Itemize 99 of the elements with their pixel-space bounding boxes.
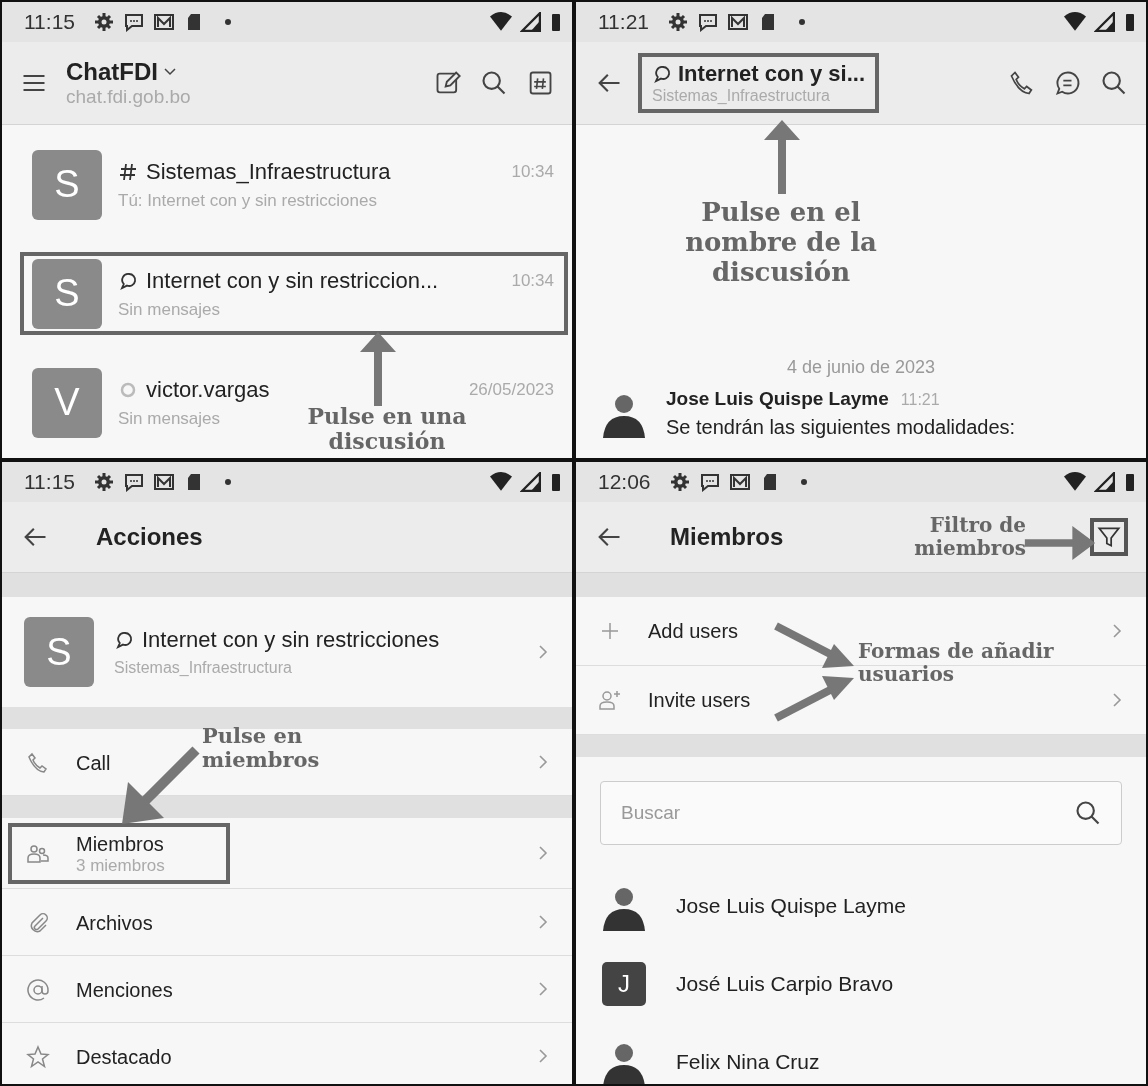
menu-item[interactable]: Menciones bbox=[12, 972, 183, 1006]
date-divider: 4 de junio de 2023 bbox=[786, 357, 936, 377]
battery-icon bbox=[1124, 12, 1136, 32]
discussion-icon bbox=[114, 630, 134, 650]
menu-item[interactable]: Add users bbox=[598, 619, 739, 643]
chevron-right-icon bbox=[538, 845, 548, 861]
callout-text: Pulse en miembros bbox=[202, 724, 321, 773]
status-time: 11:15 bbox=[24, 10, 75, 34]
wifi-icon bbox=[1064, 472, 1086, 492]
screen-title: Acciones bbox=[96, 523, 203, 551]
chevron-right-icon bbox=[538, 914, 548, 930]
people-icon bbox=[26, 842, 50, 866]
search-icon[interactable] bbox=[1074, 799, 1102, 827]
status-time: 12:06 bbox=[598, 470, 651, 494]
notification-dot bbox=[799, 19, 805, 25]
gear-icon bbox=[667, 12, 689, 32]
status-time: 11:15 bbox=[24, 470, 75, 494]
wifi-icon bbox=[490, 12, 512, 32]
filter-icon bbox=[1096, 524, 1122, 550]
chat-time: 10:34 bbox=[511, 161, 554, 182]
gear-icon bbox=[93, 472, 115, 492]
chat-name[interactable]: Internet con y sin restriccion... bbox=[146, 267, 439, 294]
signal-icon bbox=[520, 472, 542, 492]
room-info-item[interactable]: S Internet con y sin restricciones Sistemas_Infraestructura bbox=[2, 597, 572, 707]
caret-icon[interactable] bbox=[164, 68, 176, 76]
search-icon[interactable] bbox=[1100, 69, 1128, 97]
member-name[interactable]: Felix Nina Cruz bbox=[676, 1050, 820, 1074]
chevron-right-icon bbox=[538, 644, 548, 660]
workspace-title[interactable]: ChatFDI bbox=[66, 58, 158, 86]
chat-name[interactable]: Sistemas_Infraestructura bbox=[146, 158, 391, 185]
notification-dot bbox=[800, 479, 807, 485]
room-parent: Sistemas_Infraestructura bbox=[114, 659, 293, 677]
notification-dot bbox=[225, 479, 231, 485]
battery-icon bbox=[550, 472, 562, 492]
callout-text: Pulse en el nombre de la discusión bbox=[684, 198, 878, 288]
gear-icon bbox=[668, 472, 691, 492]
menu-item[interactable]: Archivos bbox=[12, 905, 163, 939]
wifi-icon bbox=[1064, 12, 1086, 32]
mail-icon bbox=[153, 472, 175, 492]
chat-time: 26/05/2023 bbox=[468, 379, 554, 400]
member-name[interactable]: Jose Luis Quispe Layme bbox=[676, 894, 906, 918]
chat-preview: Tú: Internet con y sin restricciones bbox=[118, 190, 377, 211]
star-icon bbox=[26, 1045, 50, 1069]
discussion-icon bbox=[118, 270, 138, 291]
chat-preview: Sin mensajes bbox=[118, 299, 221, 320]
callout-text: Pulse en una discusión bbox=[306, 404, 468, 455]
menu-item[interactable]: Invite users bbox=[598, 688, 751, 712]
chevron-right-icon bbox=[538, 1048, 548, 1064]
menu-item[interactable]: Destacado bbox=[12, 1039, 182, 1073]
chat-name[interactable]: victor.vargas bbox=[146, 376, 270, 403]
screen-title: Miembros bbox=[670, 523, 784, 551]
search-icon[interactable] bbox=[480, 69, 508, 97]
signal-icon bbox=[1094, 472, 1116, 492]
signal-icon bbox=[1094, 12, 1116, 32]
chat-bubble-icon bbox=[123, 472, 145, 492]
message-text: Se tendrán las siguientes modalidades: bbox=[666, 416, 1016, 439]
filter-button[interactable] bbox=[1090, 518, 1128, 556]
threads-icon[interactable] bbox=[1054, 69, 1082, 97]
search-field[interactable]: Buscar bbox=[600, 781, 1122, 845]
message-author: Jose Luis Quispe Layme bbox=[666, 388, 889, 410]
menu-item[interactable]: Miembros 3 miembros bbox=[12, 826, 226, 880]
add-person-icon bbox=[598, 688, 622, 712]
chat-bubble-icon bbox=[697, 12, 719, 32]
callout-text: Filtro de miembros bbox=[913, 514, 1026, 560]
at-sign-icon bbox=[26, 978, 50, 1002]
discussion-icon bbox=[652, 64, 672, 84]
avatar: J bbox=[602, 962, 646, 1006]
chevron-right-icon bbox=[1112, 692, 1122, 708]
avatar: V bbox=[32, 367, 102, 438]
mail-icon bbox=[727, 12, 749, 32]
avatar: S bbox=[32, 149, 102, 220]
signal-icon bbox=[520, 12, 542, 32]
chat-time: 10:34 bbox=[511, 270, 554, 291]
chat-bubble-icon bbox=[698, 472, 721, 492]
chevron-right-icon bbox=[538, 754, 548, 770]
gear-icon bbox=[93, 12, 115, 32]
member-name[interactable]: José Luis Carpio Bravo bbox=[676, 972, 894, 996]
chat-preview: Sin mensajes bbox=[118, 408, 221, 429]
mail-icon bbox=[153, 12, 175, 32]
message-time: 11:21 bbox=[900, 391, 940, 409]
notification-dot bbox=[225, 19, 231, 25]
phone-icon bbox=[26, 751, 50, 775]
server-address: chat.fdi.gob.bo bbox=[66, 86, 191, 108]
arrow bbox=[1024, 524, 1096, 562]
avatar: S bbox=[24, 617, 94, 687]
menu-item[interactable]: Call bbox=[12, 745, 121, 779]
battery-icon bbox=[550, 12, 562, 32]
battery-icon bbox=[1124, 472, 1136, 492]
callout-text: Formas de añadir usuarios bbox=[858, 640, 1055, 686]
avatar: S bbox=[32, 258, 102, 329]
room-title[interactable]: Internet con y si... Sistemas_Infraestructura bbox=[642, 57, 876, 109]
chevron-right-icon bbox=[1112, 623, 1122, 639]
hash-icon bbox=[118, 161, 138, 182]
mail-icon bbox=[728, 472, 751, 492]
chevron-right-icon bbox=[538, 981, 548, 997]
status-time: 11:21 bbox=[598, 10, 649, 34]
wifi-icon bbox=[490, 472, 512, 492]
chat-bubble-icon bbox=[123, 12, 145, 32]
room-name: Internet con y sin restricciones bbox=[142, 627, 440, 653]
